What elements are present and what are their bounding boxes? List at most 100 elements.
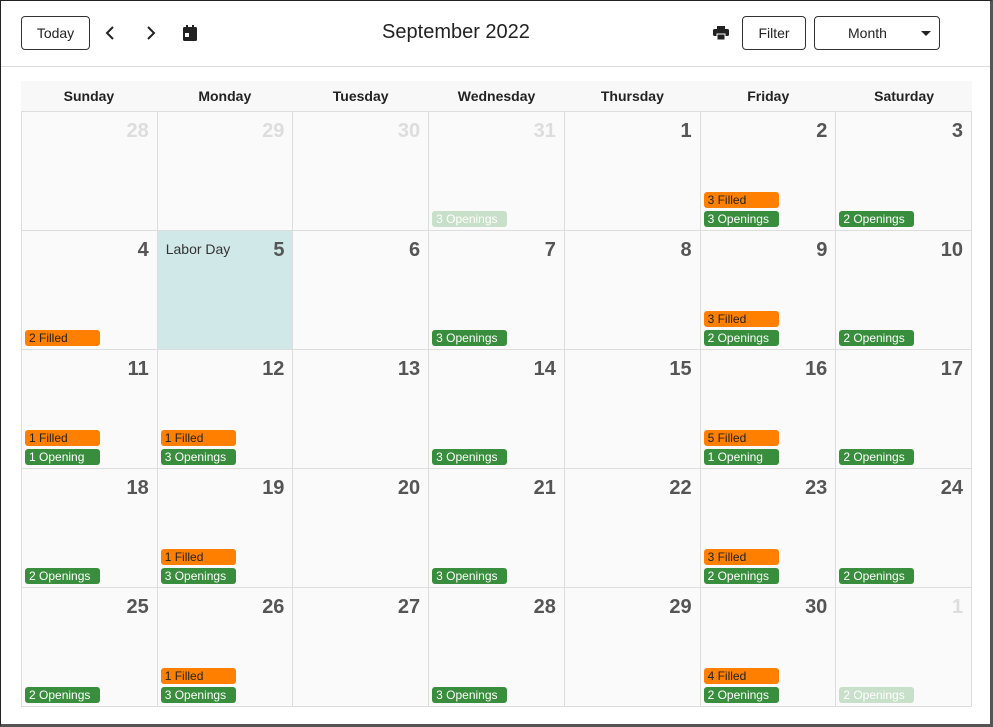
- openings-event[interactable]: 3 Openings: [432, 568, 508, 584]
- day-cell[interactable]: 21 3 Openings: [428, 469, 564, 588]
- openings-event[interactable]: 2 Openings: [25, 687, 100, 703]
- day-cell[interactable]: 15: [563, 350, 700, 469]
- day-number: 17: [940, 358, 964, 380]
- day-cell[interactable]: 30: [292, 112, 429, 231]
- openings-event[interactable]: 1 Opening: [703, 449, 779, 465]
- filled-event[interactable]: 1 Filled: [25, 430, 100, 446]
- day-number: 8: [680, 239, 692, 261]
- day-number: 12: [262, 358, 285, 380]
- day-cell[interactable]: 13: [292, 350, 429, 469]
- day-number: 15: [669, 358, 692, 380]
- openings-event[interactable]: 3 Openings: [432, 687, 508, 703]
- openings-event[interactable]: 3 Openings: [703, 211, 779, 227]
- openings-event[interactable]: 3 Openings: [160, 568, 236, 584]
- openings-event[interactable]: 2 Openings: [703, 687, 779, 703]
- week-row: 4 2 Filled 5 Labor Day 6 7 3 Openings 8 9 3 Fille…: [21, 231, 973, 350]
- print-icon[interactable]: [711, 23, 731, 43]
- day-number: 1: [951, 596, 964, 618]
- filled-event[interactable]: 1 Filled: [160, 668, 236, 684]
- day-number: 13: [397, 358, 421, 380]
- day-number: 20: [397, 477, 421, 499]
- day-cell[interactable]: 23 3 Filled 2 Openings: [699, 469, 836, 588]
- openings-event[interactable]: 3 Openings: [432, 449, 508, 465]
- day-cell[interactable]: 17 2 Openings: [835, 350, 973, 469]
- day-cell[interactable]: 29: [563, 588, 700, 707]
- filled-event[interactable]: 4 Filled: [703, 668, 779, 684]
- day-number: 5: [273, 239, 285, 261]
- weekday-header: Sunday Monday Tuesday Wednesday Thursday Frid…: [21, 81, 972, 112]
- openings-event[interactable]: 3 Openings: [432, 330, 508, 346]
- openings-event[interactable]: 2 Openings: [703, 330, 779, 346]
- weekday-label: Saturday: [874, 88, 935, 104]
- day-cell[interactable]: 11 1 Filled 1 Opening: [21, 350, 157, 469]
- holiday-label: Labor Day: [165, 241, 231, 257]
- day-cell[interactable]: 6: [292, 231, 429, 350]
- day-cell[interactable]: 25 2 Openings: [21, 588, 157, 707]
- day-cell[interactable]: 5 Labor Day: [156, 231, 293, 350]
- openings-event[interactable]: 2 Openings: [703, 568, 779, 584]
- view-select[interactable]: Month: [814, 16, 940, 50]
- day-cell[interactable]: 12 1 Filled 3 Openings: [156, 350, 293, 469]
- weekday-label: Tuesday: [332, 88, 389, 104]
- day-cell[interactable]: 26 1 Filled 3 Openings: [156, 588, 293, 707]
- day-cell[interactable]: 3 2 Openings: [835, 112, 973, 231]
- day-cell[interactable]: 24 2 Openings: [835, 469, 973, 588]
- filled-event[interactable]: 2 Filled: [25, 330, 100, 346]
- day-cell[interactable]: 31 3 Openings: [428, 112, 564, 231]
- day-number: 9: [816, 239, 828, 261]
- openings-event[interactable]: 2 Openings: [839, 568, 915, 584]
- day-number: 1: [680, 120, 692, 142]
- filter-button[interactable]: Filter: [742, 16, 806, 50]
- day-cell[interactable]: 4 2 Filled: [21, 231, 157, 350]
- day-number: 10: [940, 239, 964, 261]
- day-number: 24: [940, 477, 964, 499]
- day-cell[interactable]: 28 3 Openings: [428, 588, 564, 707]
- day-cell[interactable]: 30 4 Filled 2 Openings: [699, 588, 836, 707]
- openings-event[interactable]: 3 Openings: [160, 449, 236, 465]
- openings-event[interactable]: 3 Openings: [160, 687, 236, 703]
- openings-event[interactable]: 2 Openings: [839, 211, 915, 227]
- day-cell[interactable]: 1: [563, 112, 700, 231]
- day-number: 18: [126, 477, 149, 499]
- day-cell[interactable]: 14 3 Openings: [428, 350, 564, 469]
- day-number: 3: [951, 120, 964, 142]
- week-row: 18 2 Openings 19 1 Filled 3 Openings 20 21 3 Op…: [21, 469, 973, 588]
- weekday-label: Monday: [198, 88, 252, 104]
- weekday-label: Sunday: [63, 88, 115, 104]
- day-cell[interactable]: 16 5 Filled 1 Opening: [699, 350, 836, 469]
- filled-event[interactable]: 3 Filled: [703, 549, 779, 565]
- openings-event[interactable]: 2 Openings: [839, 449, 915, 465]
- day-cell[interactable]: 1 2 Openings: [835, 588, 973, 707]
- filled-event[interactable]: 1 Filled: [160, 549, 236, 565]
- day-cell[interactable]: 22: [563, 469, 700, 588]
- day-number: 28: [126, 120, 149, 142]
- month-grid: Sunday Monday Tuesday Wednesday Thursday Frid…: [21, 81, 973, 707]
- day-cell[interactable]: 9 3 Filled 2 Openings: [699, 231, 836, 350]
- day-number: 25: [126, 596, 149, 618]
- openings-event[interactable]: 2 Openings: [839, 330, 915, 346]
- day-cell[interactable]: 27: [292, 588, 429, 707]
- filled-event[interactable]: 3 Filled: [703, 192, 779, 208]
- day-cell[interactable]: 20: [292, 469, 429, 588]
- openings-event[interactable]: 3 Openings: [432, 211, 508, 227]
- day-cell[interactable]: 18 2 Openings: [21, 469, 157, 588]
- day-cell[interactable]: 8: [563, 231, 700, 350]
- filled-event[interactable]: 5 Filled: [703, 430, 779, 446]
- day-number: 4: [137, 239, 149, 261]
- filled-event[interactable]: 1 Filled: [160, 430, 236, 446]
- day-cell[interactable]: 10 2 Openings: [835, 231, 973, 350]
- day-number: 27: [397, 596, 421, 618]
- day-cell[interactable]: 7 3 Openings: [428, 231, 564, 350]
- day-number: 31: [533, 120, 556, 142]
- openings-event[interactable]: 2 Openings: [839, 687, 915, 703]
- openings-event[interactable]: 1 Opening: [25, 449, 100, 465]
- day-number: 30: [397, 120, 421, 142]
- filled-event[interactable]: 3 Filled: [703, 311, 779, 327]
- day-cell[interactable]: 2 3 Filled 3 Openings: [699, 112, 836, 231]
- weekday-label: Thursday: [600, 88, 664, 104]
- openings-event[interactable]: 2 Openings: [25, 568, 100, 584]
- day-number: 21: [533, 477, 556, 499]
- day-cell[interactable]: 29: [156, 112, 293, 231]
- day-cell[interactable]: 28: [21, 112, 157, 231]
- day-cell[interactable]: 19 1 Filled 3 Openings: [156, 469, 293, 588]
